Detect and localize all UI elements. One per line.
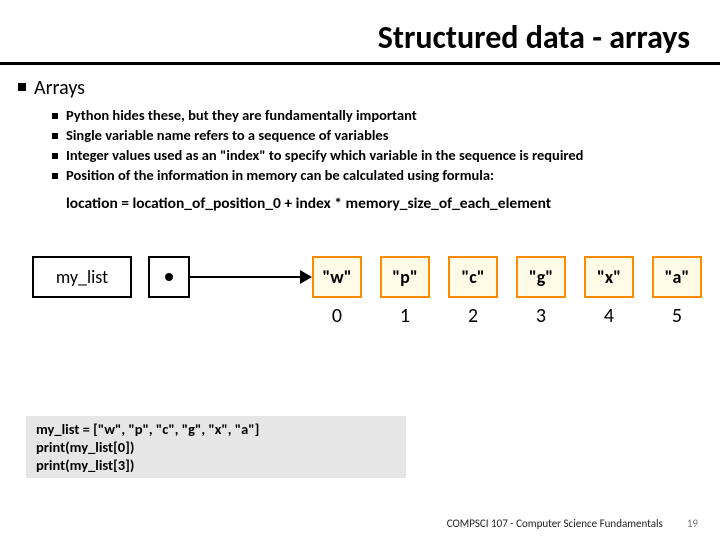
code-line: print(my_list[3])	[36, 456, 396, 474]
arrow-line-icon	[190, 276, 302, 278]
slide-title: Structured data - arrays	[378, 18, 690, 57]
footer: COMPSCI 107 - Computer Science Fundament…	[447, 517, 698, 530]
index-label: 2	[448, 304, 498, 328]
index-label: 5	[652, 304, 702, 328]
array-cell: "x"	[584, 256, 634, 298]
array-cell: "w"	[312, 256, 362, 298]
content-area: Arrays Python hides these, but they are …	[18, 76, 702, 213]
code-box: my_list = ["w", "p", "c", "g", "x", "a"]…	[26, 416, 406, 478]
heading-text: Arrays	[34, 76, 85, 100]
course-label: COMPSCI 107 - Computer Science Fundament…	[447, 517, 663, 530]
variable-box: my_list	[32, 256, 132, 298]
arrow-head-icon	[300, 270, 312, 284]
code-line: print(my_list[0])	[36, 438, 396, 456]
pointer-box	[148, 256, 190, 298]
bullet-text: Position of the information in memory ca…	[66, 166, 494, 184]
index-label: 0	[312, 304, 362, 328]
bullet-square-icon	[52, 113, 58, 119]
bullet-text: Single variable name refers to a sequenc…	[66, 126, 389, 144]
array-cells: "w" "p" "c" "g" "x" "a"	[312, 256, 702, 298]
pointer-dot-icon	[165, 273, 173, 281]
array-cell: "g"	[516, 256, 566, 298]
index-label: 3	[516, 304, 566, 328]
index-label: 4	[584, 304, 634, 328]
code-line: my_list = ["w", "p", "c", "g", "x", "a"]	[36, 420, 396, 438]
slide: Structured data - arrays Arrays Python h…	[0, 0, 720, 540]
array-cell: "a"	[652, 256, 702, 298]
bullet-square-icon	[52, 173, 58, 179]
index-label: 1	[380, 304, 430, 328]
bullet-l1: Arrays	[18, 76, 702, 100]
array-cell: "p"	[380, 256, 430, 298]
bullet-text: Python hides these, but they are fundame…	[66, 106, 417, 124]
formula-text: location = location_of_position_0 + inde…	[66, 194, 702, 213]
bullet-l2: Single variable name refers to a sequenc…	[52, 126, 702, 144]
bullet-l2: Integer values used as an "index" to spe…	[52, 146, 702, 164]
bullet-square-icon	[52, 153, 58, 159]
title-rule	[0, 62, 720, 65]
bullet-l2: Python hides these, but they are fundame…	[52, 106, 702, 124]
page-number: 19	[687, 517, 698, 530]
array-cell: "c"	[448, 256, 498, 298]
index-row: 0 1 2 3 4 5	[312, 304, 702, 328]
bullet-text: Integer values used as an "index" to spe…	[66, 146, 583, 164]
bullet-square-icon	[18, 83, 26, 91]
bullet-l2: Position of the information in memory ca…	[52, 166, 702, 184]
bullet-square-icon	[52, 133, 58, 139]
